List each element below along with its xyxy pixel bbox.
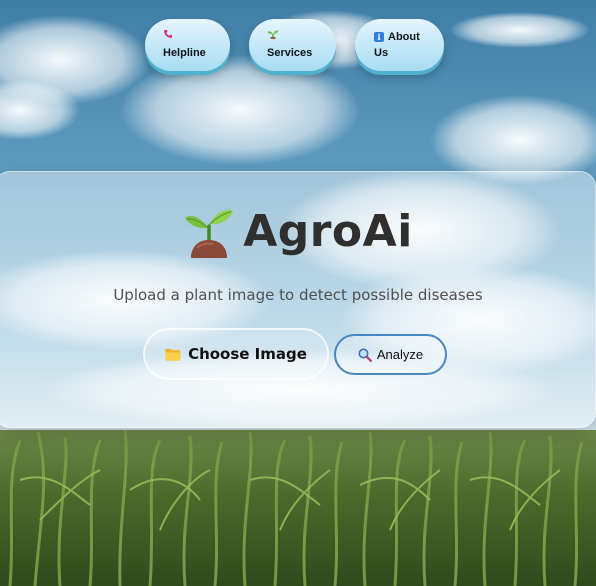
nav-services-button[interactable]: Services [249,19,336,71]
nav-services-label: Services [267,47,313,59]
app-title: AgroAi [243,206,413,257]
nav-about-button[interactable]: i About Us [355,19,444,71]
info-icon: i [374,32,384,42]
analyze-button[interactable]: Analyze [334,334,447,375]
choose-image-button[interactable]: Choose Image [143,328,329,380]
analyze-label: Analyze [376,347,424,362]
choose-image-label: Choose Image [188,345,307,363]
app-subtitle: Upload a plant image to detect possible … [113,286,483,304]
sprout-icon [267,29,322,41]
nav-helpline-label: Helpline [163,47,206,59]
app-header: AgroAi [0,202,596,262]
phone-icon [163,29,216,41]
top-nav: Helpline Services i About Us [0,0,596,90]
nav-helpline-button[interactable]: Helpline [145,19,230,71]
nav-about-label-line1: About [388,31,420,43]
sprout-logo-icon [185,210,234,258]
nav-about-label-line2: Us [374,47,389,59]
folder-icon [165,348,181,361]
magnifier-icon [358,348,372,362]
